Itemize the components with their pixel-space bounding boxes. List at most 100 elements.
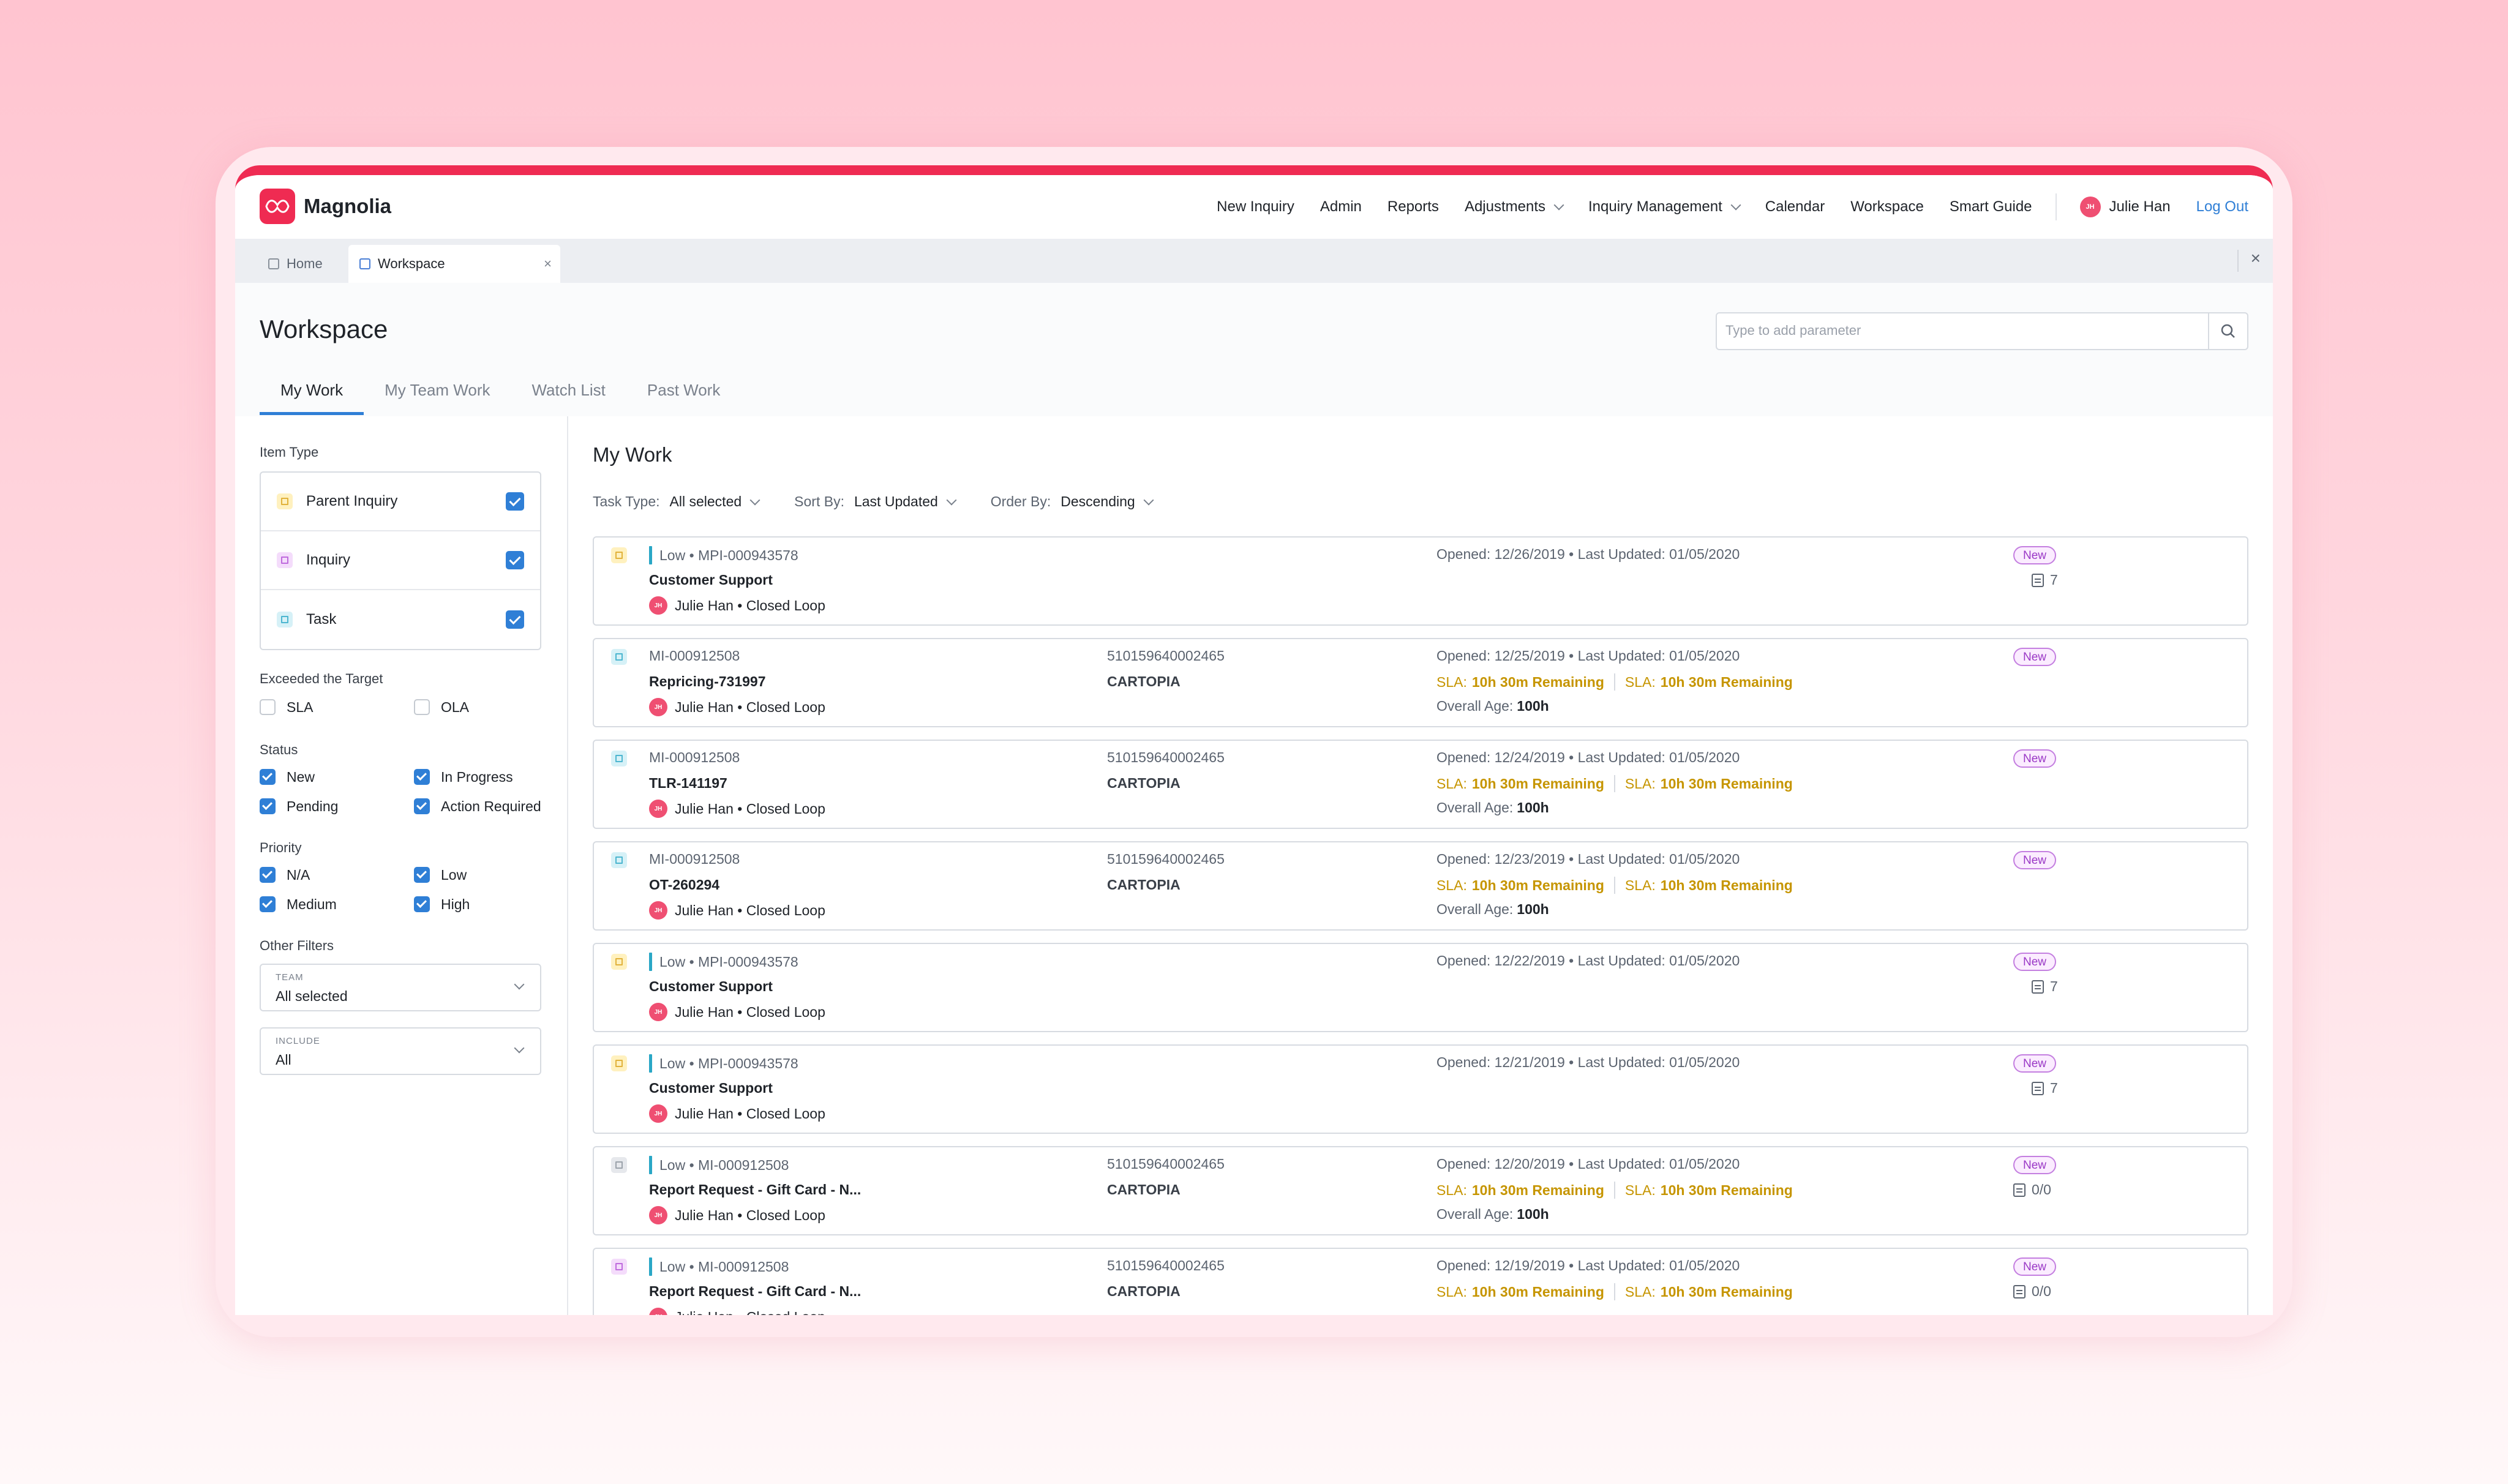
item-meta: MI-000912508 (649, 648, 740, 664)
priority-indicator (649, 1156, 652, 1174)
account-number: 510159640002465 (1107, 1156, 1225, 1172)
checkbox-label: Medium (287, 896, 337, 912)
avatar: JH (649, 698, 667, 716)
tab-my-team-work[interactable]: My Team Work (364, 373, 511, 415)
avatar: JH (649, 1206, 667, 1224)
control-label: Order By: (990, 493, 1051, 509)
avatar: JH (649, 596, 667, 615)
control-label: Task Type: (593, 493, 660, 509)
app-name: Magnolia (304, 195, 392, 217)
search-button[interactable] (2208, 313, 2247, 349)
child-count: 7 (2032, 572, 2058, 588)
nav-adjustments[interactable]: Adjustments (1465, 198, 1564, 215)
item-title[interactable]: TLR-141197 (649, 775, 727, 792)
work-item-card[interactable]: Low • MI-000912508 Report Request - Gift… (593, 1146, 2248, 1235)
team-dropdown[interactable]: TEAM All selected (260, 964, 541, 1011)
item-title[interactable]: OT-260294 (649, 877, 719, 893)
close-icon[interactable]: × (544, 256, 552, 272)
checkbox-label: Low (441, 867, 467, 883)
checkbox-priority-low[interactable] (414, 867, 430, 883)
nav-workspace[interactable]: Workspace (1850, 198, 1924, 215)
checkbox-checked[interactable] (506, 551, 524, 569)
item-title[interactable]: Customer Support (649, 572, 773, 588)
list-icon (2032, 1081, 2044, 1095)
work-item-card[interactable]: Low • MPI-000943578 Customer Support JH J… (593, 536, 2248, 626)
app-window: Magnolia New Inquiry Admin Reports Adjus… (235, 165, 2273, 1315)
nav-calendar[interactable]: Calendar (1765, 198, 1825, 215)
tab-past-work[interactable]: Past Work (626, 373, 741, 415)
search-input[interactable] (1724, 322, 2192, 339)
avatar: JH (649, 800, 667, 818)
checkbox-status-in-progress[interactable] (414, 769, 430, 785)
account-number: 510159640002465 (1107, 851, 1225, 867)
report-icon (611, 1157, 627, 1173)
status-label: Status (260, 742, 298, 757)
nav-inquiry-management[interactable]: Inquiry Management (1588, 198, 1741, 215)
checkbox-priority-high[interactable] (414, 896, 430, 912)
item-title[interactable]: Customer Support (649, 978, 773, 995)
checkbox-status-action-required[interactable] (414, 798, 430, 814)
tab-my-work[interactable]: My Work (260, 373, 364, 415)
checkbox-ola[interactable] (414, 699, 430, 715)
logout-link[interactable]: Log Out (2196, 198, 2248, 215)
overall-age: Overall Age: 100h (1436, 1206, 1549, 1223)
priority-indicator (649, 1257, 652, 1276)
sla-label: SLA: (1436, 1283, 1467, 1300)
item-title[interactable]: Report Request - Gift Card - N... (649, 1182, 861, 1198)
checkbox-priority-medium[interactable] (260, 896, 276, 912)
logo[interactable]: Magnolia (260, 189, 391, 224)
tab-home[interactable]: Home (257, 245, 334, 283)
work-item-card[interactable]: MI-000912508 Repricing-731997 JH Julie Ha… (593, 638, 2248, 727)
tab-watch-list[interactable]: Watch List (511, 373, 626, 415)
control-label: Sort By: (794, 493, 844, 509)
checkbox-sla[interactable] (260, 699, 276, 715)
count-text: 7 (2050, 1080, 2058, 1096)
parent-inquiry-icon (611, 954, 627, 970)
checkbox-status-pending[interactable] (260, 798, 276, 814)
nav-reports[interactable]: Reports (1387, 198, 1439, 215)
work-item-card[interactable]: Low • MPI-000943578 Customer Support JH J… (593, 943, 2248, 1032)
chevron-down-icon (1553, 200, 1564, 211)
dropdown-value: All selected (276, 988, 348, 1004)
item-id: Low • MPI-000943578 (659, 1055, 798, 1071)
user-menu[interactable]: JH Julie Han (2079, 197, 2171, 217)
task-icon (611, 751, 627, 766)
item-type-task[interactable]: Task (261, 590, 540, 649)
item-title[interactable]: Customer Support (649, 1080, 773, 1096)
order-by-select[interactable]: Order By: Descending (990, 493, 1154, 510)
checkbox-status-new[interactable] (260, 769, 276, 785)
item-type-parent-inquiry[interactable]: Parent Inquiry (261, 473, 540, 531)
task-type-select[interactable]: Task Type: All selected (593, 493, 760, 510)
item-title[interactable]: Report Request - Gift Card - N... (649, 1283, 861, 1300)
sla-info: SLA: 10h 30m Remaining SLA: 10h 30m Remaini… (1436, 775, 1793, 792)
checkbox-label: N/A (287, 867, 310, 883)
checkbox-checked[interactable] (506, 610, 524, 629)
tab-workspace[interactable]: Workspace × (348, 245, 560, 283)
work-item-card[interactable]: Low • MI-000912508 Report Request - Gift… (593, 1248, 2248, 1315)
client-name: CARTOPIA (1107, 1182, 1181, 1197)
checkbox-priority-na[interactable] (260, 867, 276, 883)
nav-label: Admin (1320, 198, 1362, 215)
work-item-card[interactable]: MI-000912508 OT-260294 JH Julie Han • Clo… (593, 841, 2248, 931)
status-badge: New (2013, 1257, 2057, 1276)
nav-label: Smart Guide (1949, 198, 2032, 215)
workspace-tabs: My Work My Team Work Watch List Past Wor… (260, 373, 741, 415)
item-id: MI-000912508 (649, 648, 740, 664)
include-dropdown[interactable]: INCLUDE All (260, 1027, 541, 1075)
item-title[interactable]: Repricing-731997 (649, 673, 765, 690)
close-all-icon[interactable]: × (2251, 249, 2261, 268)
status-badge: New (2013, 648, 2057, 666)
work-item-card[interactable]: MI-000912508 TLR-141197 JH Julie Han • Cl… (593, 740, 2248, 829)
nav-new-inquiry[interactable]: New Inquiry (1217, 198, 1294, 215)
child-count: 0/0 (2013, 1182, 2051, 1198)
sort-by-select[interactable]: Sort By: Last Updated (794, 493, 957, 510)
owner-text: Julie Han • Closed Loop (675, 1309, 825, 1316)
dropdown-label: TEAM (276, 972, 304, 983)
item-owner: JH Julie Han • Closed Loop (649, 800, 825, 818)
item-type-inquiry[interactable]: Inquiry (261, 531, 540, 590)
work-item-card[interactable]: Low • MPI-000943578 Customer Support JH J… (593, 1044, 2248, 1134)
sla-label: SLA: (1436, 775, 1467, 792)
checkbox-checked[interactable] (506, 492, 524, 511)
nav-smart-guide[interactable]: Smart Guide (1950, 198, 2032, 215)
nav-admin[interactable]: Admin (1320, 198, 1362, 215)
